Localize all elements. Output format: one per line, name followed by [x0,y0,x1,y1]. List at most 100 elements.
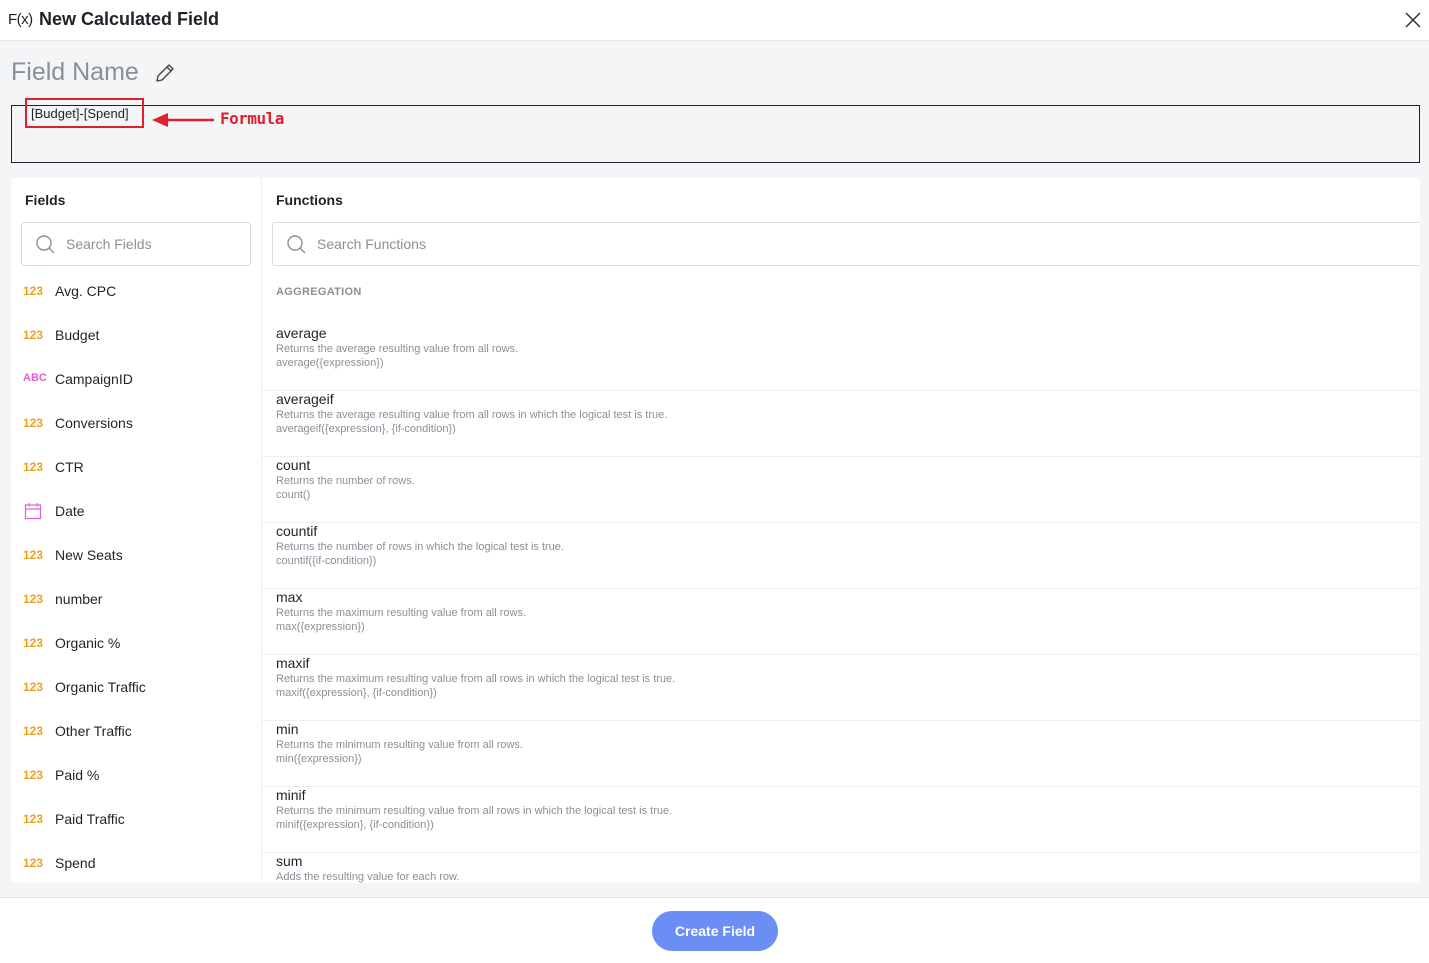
function-signature: countif({if-condition}) [276,555,377,567]
field-label: CTR [55,459,84,475]
functions-search-input[interactable] [317,223,1397,265]
field-label: Organic % [55,635,121,651]
pencil-icon[interactable] [153,61,177,85]
number-type-icon: 123 [23,548,44,562]
function-description: Returns the number of rows in which the … [276,541,564,553]
function-name: count [276,457,311,473]
field-label: Organic Traffic [55,679,146,695]
function-description: Returns the maximum resulting value from… [276,673,676,685]
field-label: Other Traffic [55,723,132,739]
number-type-icon: 123 [23,724,44,738]
function-icon: F(x) [8,11,33,28]
function-item[interactable]: max Returns the maximum resulting value f… [262,589,1420,655]
close-icon [1405,12,1421,28]
field-label: Date [55,503,85,519]
formula-highlight-box [25,98,144,128]
field-label: New Seats [55,547,123,563]
fields-search-input[interactable] [66,223,246,265]
field-label: Budget [55,327,100,343]
function-item[interactable]: min Returns the minimum resulting value f… [262,721,1420,787]
field-item[interactable]: 123 number [11,578,261,622]
fields-search-box[interactable] [21,222,251,266]
function-signature: minif({expression}, {if-condition}) [276,819,434,831]
function-description: Adds the resulting value for each row. [276,871,460,883]
field-item[interactable]: 123 Spend [11,842,261,883]
function-name: sum [276,853,303,869]
dialog-header: F(x) New Calculated Field [0,0,1429,41]
function-name: min [276,721,299,737]
field-item[interactable]: 123 Budget [11,314,261,358]
functions-column: Functions AGGREGATION average Returns the… [262,178,1420,883]
function-name: countif [276,523,318,539]
function-item[interactable]: sum Adds the resulting value for each row… [262,853,1420,883]
field-item[interactable]: 123 New Seats [11,534,261,578]
field-label: number [55,591,103,607]
field-label: Paid Traffic [55,811,125,827]
function-signature: min({expression}) [276,753,362,765]
fields-title: Fields [25,192,66,208]
field-item[interactable]: ABC CampaignID [11,358,261,402]
number-type-icon: 123 [23,768,44,782]
function-item[interactable]: countif Returns the number of rows in whi… [262,523,1420,589]
dialog-title: New Calculated Field [39,9,220,29]
function-name: maxif [276,655,310,671]
text-type-icon: ABC [23,372,47,384]
function-item[interactable]: count Returns the number of rows. count() [262,457,1420,523]
field-item[interactable]: 123 Avg. CPC [11,270,261,314]
builder-panel: Fields 123 Avg. CPC 123 Budget ABC CampaignID… [11,178,1420,883]
function-signature: count() [276,489,311,501]
field-label: CampaignID [55,371,133,387]
field-label: Paid % [55,767,100,783]
function-item[interactable]: average Returns the average resulting val… [262,325,1420,391]
field-label: Spend [55,855,96,871]
field-item[interactable]: 123 Organic Traffic [11,666,261,710]
calendar-icon [24,503,42,520]
number-type-icon: 123 [23,856,44,870]
create-field-button[interactable]: Create Field [652,911,778,951]
number-type-icon: 123 [23,592,44,606]
field-item[interactable]: 123 Other Traffic [11,710,261,754]
number-type-icon: 123 [23,636,44,650]
function-signature: maxif({expression}, {if-condition}) [276,687,437,699]
functions-search-box[interactable] [272,222,1420,266]
function-item[interactable]: maxif Returns the maximum resulting value… [262,655,1420,721]
field-item[interactable]: 123 Paid Traffic [11,798,261,842]
search-icon [36,235,55,254]
function-description: Returns the maximum resulting value from… [276,607,527,619]
number-type-icon: 123 [23,416,44,430]
formula-annotation: Formula [220,109,284,128]
function-name: averageif [276,391,334,407]
number-type-icon: 123 [23,460,44,474]
fields-column: Fields 123 Avg. CPC 123 Budget ABC CampaignID… [11,178,262,883]
field-item[interactable]: 123 Conversions [11,402,261,446]
number-type-icon: 123 [23,680,44,694]
functions-title: Functions [276,192,343,208]
number-type-icon: 123 [23,284,44,298]
function-signature: averageif({expression}, {if-condition}) [276,423,456,435]
function-name: max [276,589,303,605]
field-item[interactable]: 123 Paid % [11,754,261,798]
close-button[interactable] [1402,9,1424,31]
function-signature: average({expression}) [276,357,384,369]
field-item[interactable]: Date [11,490,261,534]
number-type-icon: 123 [23,812,44,826]
function-name: average [276,325,327,341]
function-item[interactable]: minif Returns the minimum resulting value… [262,787,1420,853]
function-description: Returns the minimum resulting value from… [276,805,673,817]
field-item[interactable]: 123 Organic % [11,622,261,666]
field-name-label[interactable]: Field Name [11,58,139,87]
number-type-icon: 123 [23,328,44,342]
function-item[interactable]: averageif Returns the average resulting v… [262,391,1420,457]
field-item[interactable]: 123 CTR [11,446,261,490]
function-description: Returns the average resulting value from… [276,343,519,355]
field-name-row: Field Name [11,58,177,88]
section-label-aggregation: AGGREGATION [276,286,362,298]
field-label: Conversions [55,415,133,431]
function-description: Returns the minimum resulting value from… [276,739,523,751]
function-signature: max({expression}) [276,621,365,633]
dialog-footer: Create Field [0,897,1429,963]
function-description: Returns the number of rows. [276,475,415,487]
function-name: minif [276,787,306,803]
annotation-arrow-icon [152,113,214,127]
function-description: Returns the average resulting value from… [276,409,668,421]
